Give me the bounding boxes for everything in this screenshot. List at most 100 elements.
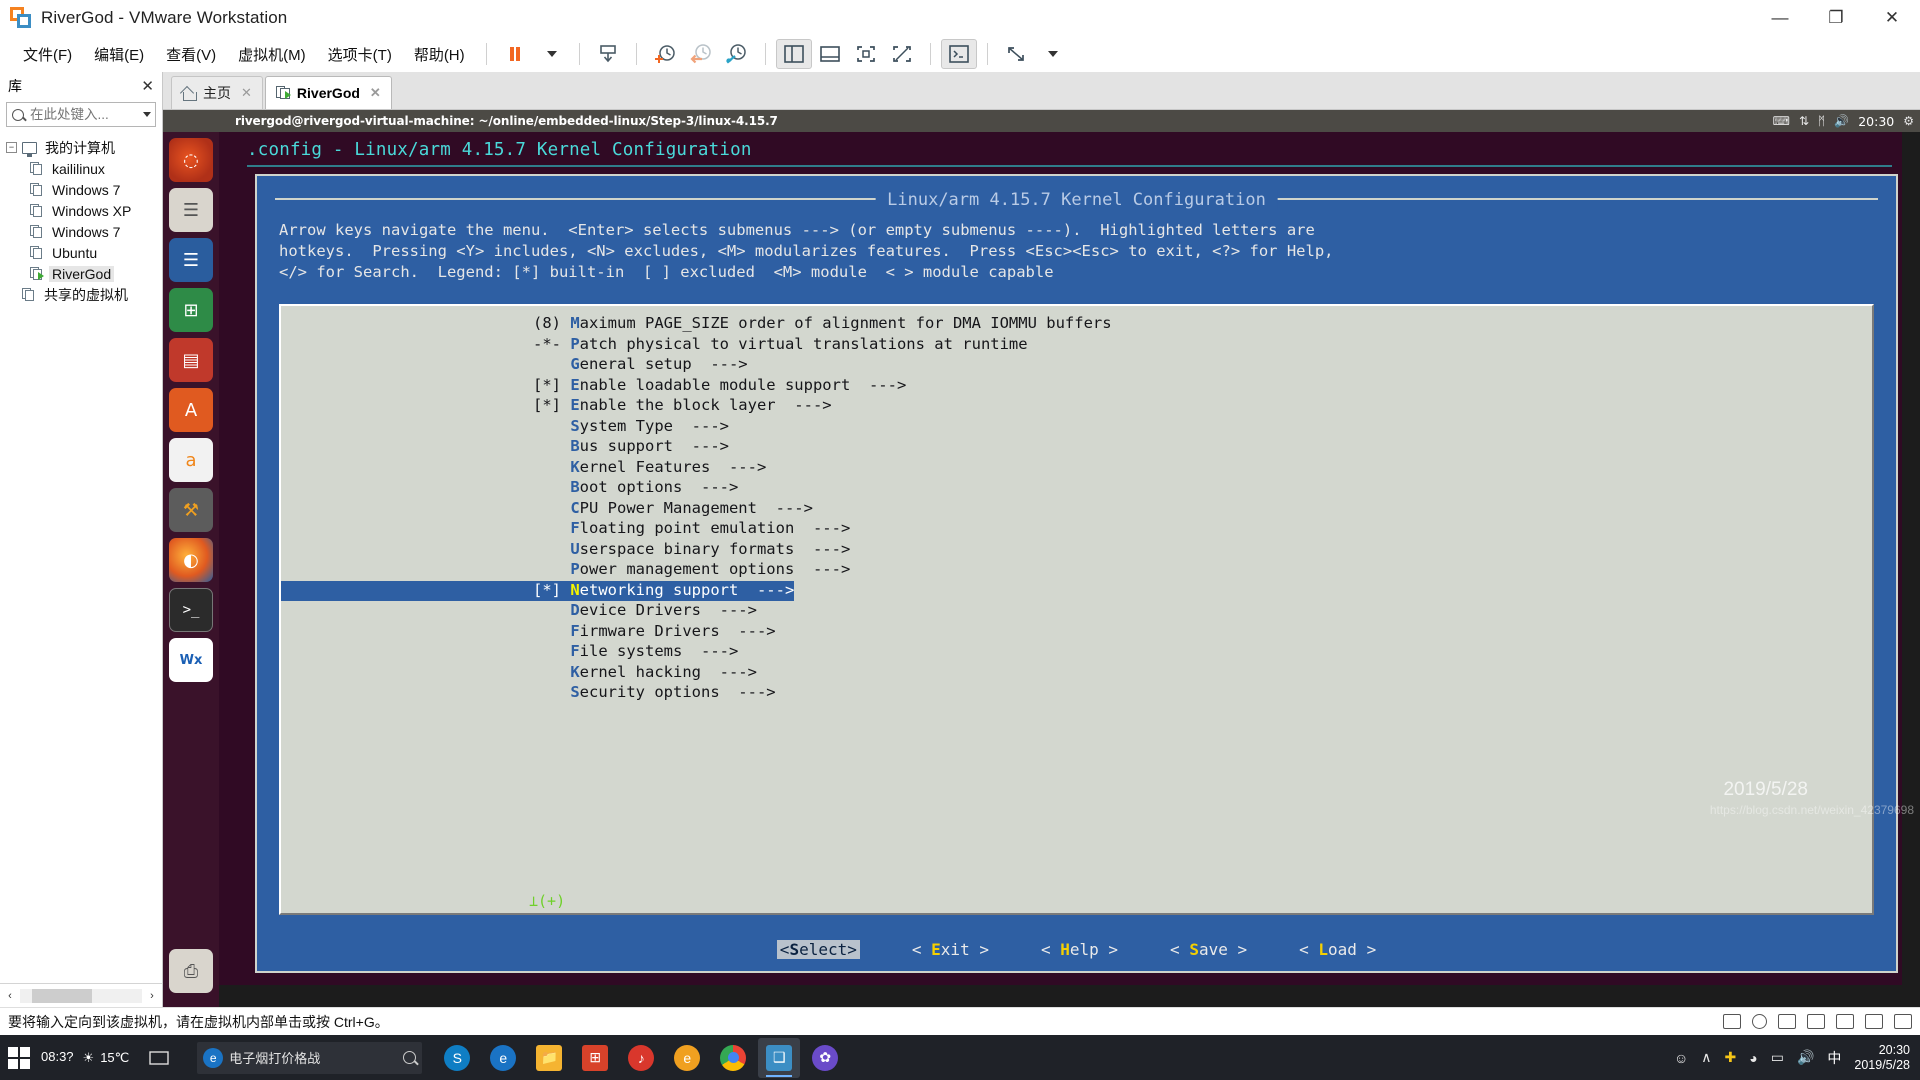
wifi-icon[interactable]: ◕ <box>1749 1050 1757 1066</box>
cd-dvd-indicator-icon[interactable] <box>1752 1014 1767 1029</box>
task-view-button[interactable] <box>138 1038 180 1078</box>
show-thumbnail-bar-button[interactable] <box>812 39 848 69</box>
tab-home[interactable]: 主页 ✕ <box>171 76 263 109</box>
launcher-trash[interactable]: ⎙ <box>169 949 213 993</box>
tab-rivergod[interactable]: RiverGod ✕ <box>264 76 392 109</box>
menuconfig-entry[interactable]: Power management options ---> <box>281 560 1872 581</box>
menuconfig-entry[interactable]: Device Drivers ---> <box>281 601 1872 622</box>
tab-close-icon[interactable]: ✕ <box>370 85 381 101</box>
taskbar-app-chrome[interactable] <box>712 1038 754 1078</box>
show-hidden-icons-icon[interactable]: ∧ <box>1701 1049 1711 1066</box>
tab-close-icon[interactable]: ✕ <box>241 85 252 101</box>
launcher-terminal[interactable]: >_ <box>169 588 213 632</box>
take-snapshot-button[interactable] <box>647 39 683 69</box>
taskbar-app-skype[interactable]: S <box>436 1038 478 1078</box>
launcher-impress[interactable]: ▤ <box>169 338 213 382</box>
scrollbar-track[interactable] <box>20 988 142 1003</box>
tree-item-shared-vms[interactable]: 共享的虚拟机 <box>6 284 162 305</box>
taskbar-app-edge[interactable]: e <box>482 1038 524 1078</box>
taskbar-app-netease-music[interactable]: ♪ <box>620 1038 662 1078</box>
launcher-ubuntu-dash[interactable]: ◌ <box>169 138 213 182</box>
menuconfig-entry[interactable]: Bus support ---> <box>281 437 1872 458</box>
menuconfig-help-button[interactable]: < Help > <box>1041 940 1118 959</box>
revert-snapshot-button[interactable] <box>683 39 719 69</box>
tree-item-kaililinux[interactable]: kaililinux <box>6 158 162 179</box>
expand-collapse-icon[interactable]: − <box>6 142 17 153</box>
search-icon[interactable] <box>403 1051 417 1064</box>
tree-item-rivergod[interactable]: RiverGod <box>6 263 162 284</box>
menuconfig-entry[interactable]: Firmware Drivers ---> <box>281 622 1872 643</box>
volume-icon[interactable]: 🔊 <box>1797 1049 1814 1066</box>
menu-tabs[interactable]: 选项卡(T) <box>317 40 403 69</box>
display-indicator-icon[interactable] <box>1894 1014 1912 1029</box>
sound-indicator-icon[interactable] <box>1836 1014 1854 1029</box>
security-icon[interactable]: ✚ <box>1725 1049 1737 1066</box>
taskbar-app-file-explorer[interactable]: 📁 <box>528 1038 570 1078</box>
close-button[interactable]: ✕ <box>1864 0 1920 36</box>
show-library-button[interactable] <box>775 39 812 69</box>
maximize-button[interactable]: ❐ <box>1808 0 1864 36</box>
menuconfig-entry[interactable]: Security options ---> <box>281 683 1872 704</box>
taskbar-app-microsoft-store[interactable]: ⊞ <box>574 1038 616 1078</box>
minimize-button[interactable]: — <box>1752 0 1808 36</box>
printer-indicator-icon[interactable] <box>1865 1014 1883 1029</box>
taskbar-search-box[interactable]: e 电子烟打价格战 <box>197 1041 423 1074</box>
hide-console-view-button[interactable] <box>884 39 920 69</box>
menuconfig-entry[interactable]: Kernel hacking ---> <box>281 663 1872 684</box>
chevron-down-icon-search[interactable] <box>143 112 151 117</box>
menuconfig-load-button[interactable]: < Load > <box>1299 940 1376 959</box>
menuconfig-select-button[interactable]: <Select> <box>776 940 860 959</box>
ime-icon[interactable]: 中 <box>1827 1048 1841 1068</box>
menu-view[interactable]: 查看(V) <box>155 40 227 69</box>
menu-vm[interactable]: 虚拟机(M) <box>227 40 317 69</box>
fullscreen-button[interactable] <box>998 39 1034 69</box>
launcher-files[interactable]: ☰ <box>169 188 213 232</box>
library-close-icon[interactable]: ✕ <box>141 77 154 95</box>
taskbar-app-pinwheel[interactable]: ✿ <box>804 1038 846 1078</box>
usb-indicator-icon[interactable] <box>1807 1014 1825 1029</box>
menuconfig-entry[interactable]: [*] Networking support ---> <box>281 580 795 601</box>
tree-item-my-computer[interactable]: − 我的计算机 <box>6 137 162 158</box>
menu-edit[interactable]: 编辑(E) <box>83 40 155 69</box>
tree-item-windows-7-b[interactable]: Windows 7 <box>6 221 162 242</box>
tree-item-windows-xp[interactable]: Windows XP <box>6 200 162 221</box>
library-horizontal-scrollbar[interactable]: ‹ › <box>0 983 162 1007</box>
gear-icon[interactable]: ⚙ <box>1903 115 1914 127</box>
taskbar-app-ebook[interactable]: e <box>666 1038 708 1078</box>
launcher-writer[interactable]: ☰ <box>169 238 213 282</box>
menu-file[interactable]: 文件(F) <box>12 40 83 69</box>
network-icon[interactable]: ⇅ <box>1799 115 1809 127</box>
launcher-system-settings[interactable]: ⚒ <box>169 488 213 532</box>
menuconfig-entry[interactable]: System Type ---> <box>281 417 1872 438</box>
battery-icon[interactable]: ▭ <box>1771 1049 1784 1066</box>
scrollbar-thumb[interactable] <box>32 988 92 1003</box>
launcher-software-center[interactable]: A <box>169 388 213 432</box>
people-icon[interactable]: ☺ <box>1674 1050 1688 1066</box>
volume-icon[interactable]: 🔊 <box>1834 115 1849 127</box>
keyboard-indicator-icon[interactable]: ⌨ <box>1773 115 1790 127</box>
scroll-right-icon[interactable]: › <box>142 990 162 1002</box>
terminal-menuconfig[interactable]: .config - Linux/arm 4.15.7 Kernel Config… <box>219 132 1920 1007</box>
windows-start-icon[interactable] <box>6 1045 32 1071</box>
guest-screen[interactable]: rivergod@rivergod-virtual-machine: ~/onl… <box>163 110 1920 1007</box>
menuconfig-entry[interactable]: Boot options ---> <box>281 478 1872 499</box>
menuconfig-save-button[interactable]: < Save > <box>1170 940 1247 959</box>
unity-mode-button[interactable] <box>940 39 977 69</box>
menuconfig-exit-button[interactable]: < Exit > <box>912 940 989 959</box>
launcher-firefox[interactable]: ◐ <box>169 538 213 582</box>
fullscreen-dropdown[interactable] <box>1034 39 1070 69</box>
guest-clock[interactable]: 20:30 <box>1858 114 1894 129</box>
launcher-calc[interactable]: ⊞ <box>169 288 213 332</box>
tree-item-windows-7-a[interactable]: Windows 7 <box>6 179 162 200</box>
menuconfig-entry[interactable]: Floating point emulation ---> <box>281 519 1872 540</box>
tree-item-ubuntu[interactable]: Ubuntu <box>6 242 162 263</box>
menuconfig-entry[interactable]: General setup ---> <box>281 355 1872 376</box>
menuconfig-entry[interactable]: -*- Patch physical to virtual translatio… <box>281 335 1872 356</box>
menuconfig-entry[interactable]: [*] Enable loadable module support ---> <box>281 376 1872 397</box>
menuconfig-entry[interactable]: Userspace binary formats ---> <box>281 540 1872 561</box>
power-dropdown[interactable] <box>533 39 569 69</box>
menu-help[interactable]: 帮助(H) <box>403 40 476 69</box>
menuconfig-entry-list[interactable]: (8) Maximum PAGE_SIZE order of alignment… <box>279 304 1874 915</box>
launcher-wxhexeditor[interactable]: Wx <box>169 638 213 682</box>
scroll-left-icon[interactable]: ‹ <box>0 990 20 1002</box>
